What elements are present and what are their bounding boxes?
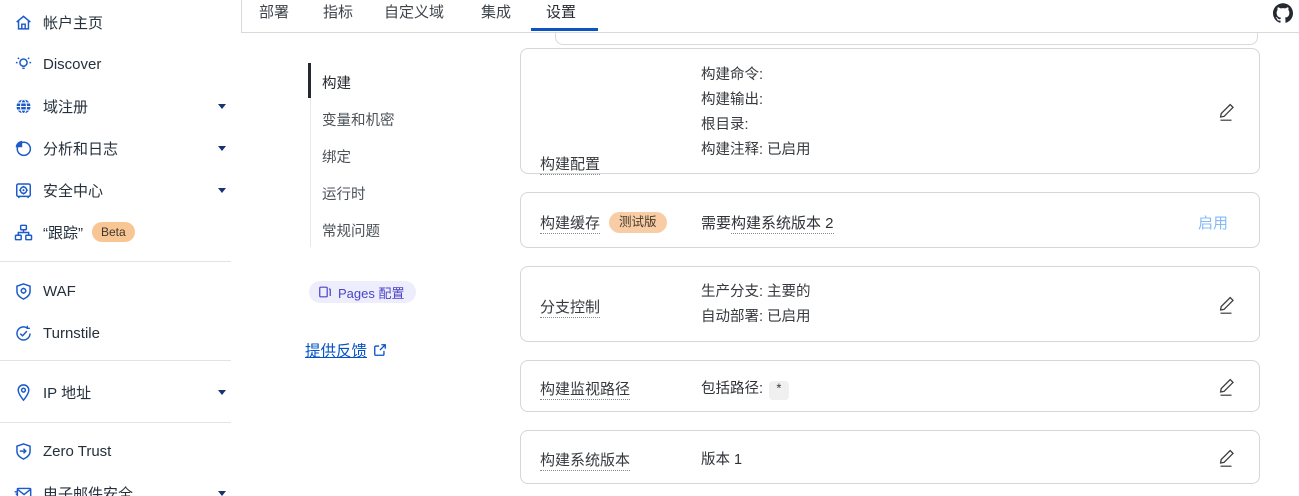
- settings-nav-variables-secrets[interactable]: 变量和机密: [322, 109, 395, 127]
- edit-icon[interactable]: [1217, 101, 1237, 123]
- build-output-row: 构建输出:: [701, 88, 811, 113]
- settings-nav-build[interactable]: 构建: [322, 72, 351, 90]
- location-pin-icon: [13, 382, 33, 402]
- sidebar-item-label: Turnstile: [43, 325, 100, 342]
- sidebar-item-label: 域注册: [43, 96, 88, 117]
- sidebar-divider: [0, 261, 231, 262]
- edit-icon[interactable]: [1217, 294, 1237, 316]
- feedback-label: 提供反馈: [305, 339, 367, 361]
- sidebar-item-discover[interactable]: Discover: [0, 48, 241, 80]
- sidebar-item-label: 安全中心: [43, 180, 103, 201]
- sidebar-item-label: “跟踪”: [43, 222, 83, 243]
- edit-icon[interactable]: [1217, 447, 1237, 469]
- include-paths-value: 包括路径:*: [701, 377, 789, 400]
- refresh-check-icon: [13, 323, 33, 343]
- sidebar-item-waf[interactable]: WAF: [0, 275, 241, 307]
- lightbulb-icon: [13, 54, 33, 74]
- root-directory-row: 根目录:: [701, 113, 811, 138]
- production-branch-row: 生产分支: 主要的: [701, 280, 811, 305]
- card-title: 构建配置: [540, 153, 600, 174]
- pages-config-label: Pages 配置: [338, 283, 404, 302]
- cloudflare-pages-settings-page: 帐户主页 Discover 域注册: [0, 0, 1299, 496]
- analytics-pie-icon: [13, 138, 33, 158]
- path-chip: *: [769, 381, 789, 400]
- sidebar-item-label: 帐户主页: [43, 12, 103, 33]
- chevron-down-icon: [218, 491, 226, 496]
- sidebar-item-analytics-logs[interactable]: 分析和日志: [0, 132, 241, 164]
- card-title: 分支控制: [540, 296, 600, 317]
- beta-test-badge: 测试版: [609, 212, 667, 233]
- sidebar-item-label: Zero Trust: [43, 443, 111, 460]
- sidebar-item-label: 电子邮件安全: [43, 483, 133, 496]
- build-system-version-value: 版本 1: [701, 448, 742, 469]
- sidebar-item-label: IP 地址: [43, 382, 91, 403]
- tab-metrics[interactable]: 指标: [323, 0, 353, 33]
- project-tabbar: 部署 指标 自定义域 集成 设置: [241, 0, 1299, 33]
- email-icon: [13, 483, 33, 496]
- sidebar-item-zero-trust[interactable]: Zero Trust: [0, 435, 241, 467]
- tab-custom-domains[interactable]: 自定义域: [384, 0, 444, 33]
- sidebar-item-email-security[interactable]: 电子邮件安全: [0, 477, 241, 496]
- build-command-row: 构建命令:: [701, 63, 811, 88]
- chevron-down-icon: [218, 104, 226, 109]
- sidebar-item-account-home[interactable]: 帐户主页: [0, 6, 241, 38]
- enable-button[interactable]: 启用: [1198, 212, 1228, 233]
- sidebar-item-ip-addresses[interactable]: IP 地址: [0, 376, 241, 408]
- shield-arrow-icon: [13, 441, 33, 461]
- pages-config-badge: Pages 配置: [309, 281, 416, 303]
- beta-badge: Beta: [92, 222, 135, 242]
- pages-icon: [318, 285, 332, 299]
- globe-icon: [13, 96, 33, 116]
- sidebar-item-turnstile[interactable]: Turnstile: [0, 317, 241, 349]
- chevron-down-icon: [218, 390, 226, 395]
- auto-deploy-row: 自动部署: 已启用: [701, 305, 811, 330]
- card-build-cache: 构建缓存测试版 需要构建系统版本 2 启用: [520, 192, 1260, 248]
- sidebar-divider: [0, 422, 231, 423]
- sidebar-item-label: 分析和日志: [43, 138, 118, 159]
- sitemap-icon: [13, 222, 33, 242]
- settings-nav-runtime[interactable]: 运行时: [322, 183, 366, 201]
- shield-gear-icon: [13, 281, 33, 301]
- edit-icon[interactable]: [1217, 376, 1237, 398]
- build-comments-row: 构建注释: 已启用: [701, 138, 811, 163]
- build-cache-requirement: 需要构建系统版本 2: [701, 212, 834, 233]
- card-title: 构建系统版本: [540, 449, 630, 470]
- active-tab-underline: [531, 28, 598, 31]
- card-branch-control: 分支控制 生产分支: 主要的 自动部署: 已启用: [520, 266, 1260, 342]
- card-title: 构建缓存测试版: [540, 212, 667, 233]
- card-title: 构建监视路径: [540, 378, 630, 399]
- chevron-down-icon: [218, 146, 226, 151]
- branch-control-values: 生产分支: 主要的 自动部署: 已启用: [701, 280, 811, 330]
- feedback-link[interactable]: 提供反馈: [305, 339, 387, 361]
- settings-nav-active-indicator: [308, 63, 311, 98]
- sidebar-item-label: Discover: [43, 56, 101, 73]
- external-link-icon: [373, 343, 387, 357]
- sidebar-item-label: WAF: [43, 283, 76, 300]
- chevron-down-icon: [218, 188, 226, 193]
- card-build-configuration: 构建配置 构建命令: 构建输出: 根目录: 构建注释: 已启用: [520, 48, 1260, 174]
- github-icon[interactable]: [1273, 3, 1293, 23]
- sidebar: 帐户主页 Discover 域注册: [0, 0, 241, 496]
- sidebar-item-domain-registration[interactable]: 域注册: [0, 90, 241, 122]
- security-safe-icon: [13, 180, 33, 200]
- card-build-system-version: 构建系统版本 版本 1: [520, 430, 1260, 484]
- home-icon: [13, 12, 33, 32]
- sidebar-item-trace[interactable]: “跟踪” Beta: [0, 216, 241, 248]
- settings-nav-bindings[interactable]: 绑定: [322, 146, 351, 164]
- tab-deployments[interactable]: 部署: [259, 0, 289, 33]
- settings-nav-general[interactable]: 常规问题: [322, 220, 380, 238]
- sidebar-item-security-center[interactable]: 安全中心: [0, 174, 241, 206]
- card-build-watch-paths: 构建监视路径 包括路径:*: [520, 360, 1260, 412]
- build-config-values: 构建命令: 构建输出: 根目录: 构建注释: 已启用: [701, 63, 811, 163]
- sidebar-divider: [0, 360, 231, 361]
- tab-integrations[interactable]: 集成: [481, 0, 511, 33]
